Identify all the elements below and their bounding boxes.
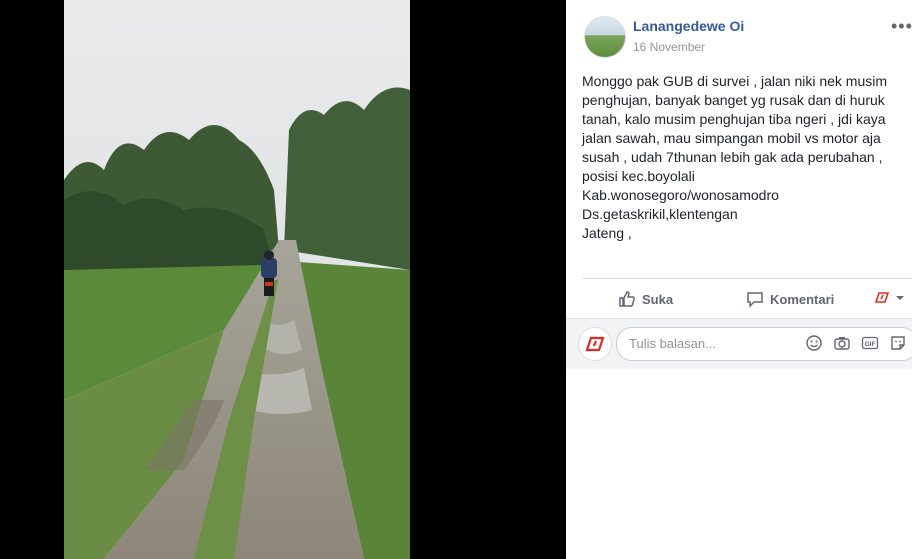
comment-placeholder: Tulis balasan... (629, 336, 716, 351)
post-text-line: susah , udah 7thunan lebih gak ada perub… (582, 149, 883, 165)
speech-bubble-icon (747, 292, 763, 308)
photo-viewer (0, 0, 566, 559)
like-button[interactable]: Suka (618, 290, 673, 308)
post-body: Monggo pak GUB di survei , jalan niki ne… (582, 72, 900, 243)
commenter-avatar[interactable] (578, 327, 612, 361)
chevron-down-icon (896, 296, 904, 300)
road-photo (64, 0, 410, 559)
page-logo-icon (585, 336, 605, 352)
gif-icon[interactable]: GIF (861, 334, 879, 352)
thumbs-up-icon (619, 291, 635, 307)
reaction-actor-selector[interactable] (874, 290, 906, 306)
post-sidebar: Lanangedewe Oi 16 November ••• Monggo pa… (566, 0, 912, 559)
post-text-line: posisi kec.boyolali (582, 168, 695, 184)
post-text-line: Monggo pak GUB di survei , jalan niki ne… (582, 73, 888, 89)
post-text-line: Kab.wonosegoro/wonosamodro (582, 187, 779, 203)
post-text-line: tanah, kalo musim penghujan tiba ngeri ,… (582, 111, 886, 127)
more-options-icon[interactable]: ••• (891, 16, 912, 37)
comment-input[interactable]: Tulis balasan... GIF (616, 327, 912, 361)
divider (582, 278, 912, 279)
page-avatar-icon (874, 292, 890, 304)
comment-composer: Tulis balasan... GIF (566, 319, 912, 369)
post-text-line: jalan sawah, mau simpangan mobil vs moto… (582, 130, 881, 146)
post-text-line: Ds.getaskrikil,klentengan (582, 206, 738, 222)
author-name[interactable]: Lanangedewe Oi (633, 18, 744, 34)
sticker-icon[interactable] (889, 334, 907, 352)
post-text-line: penghujan, banyak banget yg rusak dan di… (582, 92, 885, 108)
author-avatar[interactable] (584, 16, 626, 58)
svg-text:GIF: GIF (865, 341, 876, 348)
comment-button[interactable]: Komentari (746, 290, 834, 308)
post-text-line: Jateng , (582, 225, 632, 241)
emoji-icon[interactable] (805, 334, 823, 352)
like-label: Suka (642, 291, 674, 307)
camera-icon[interactable] (833, 334, 851, 352)
post-photo[interactable] (64, 0, 410, 559)
comment-label: Komentari (770, 291, 835, 307)
comment-tools: GIF (805, 334, 907, 352)
post-date[interactable]: 16 November (633, 40, 705, 54)
